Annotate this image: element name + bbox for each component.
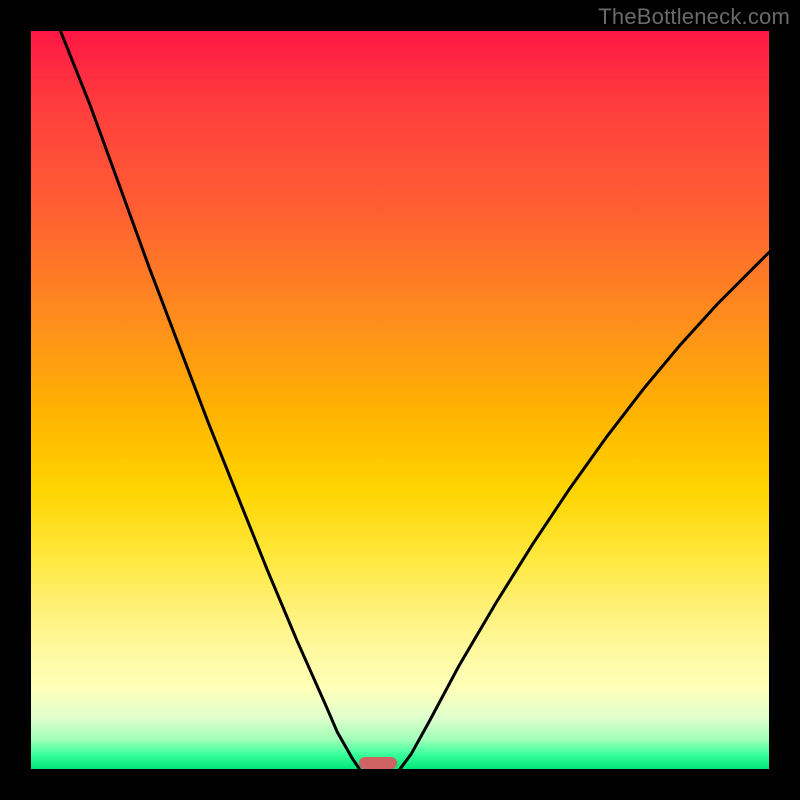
left-curve [61,31,360,769]
right-curve [400,252,769,769]
chart-container: TheBottleneck.com [0,0,800,800]
watermark-text: TheBottleneck.com [598,4,790,30]
curve-layer [31,31,769,769]
